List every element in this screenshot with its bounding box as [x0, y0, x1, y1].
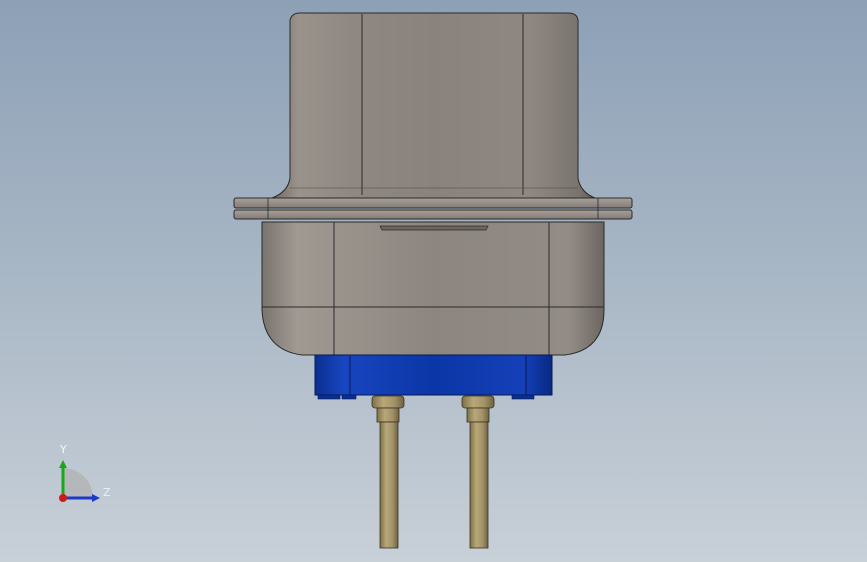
- triad-plane: [63, 468, 93, 498]
- z-axis-head: [92, 494, 100, 502]
- x-axis-dot: [59, 494, 67, 502]
- 3d-model-view[interactable]: [0, 0, 867, 562]
- z-axis-label: Z: [103, 486, 111, 499]
- graphics-viewport[interactable]: Y Z: [0, 0, 867, 562]
- connector-base: [314, 354, 553, 400]
- pin-left: [371, 395, 405, 549]
- lower-housing: [261, 221, 605, 356]
- flange: [233, 197, 633, 220]
- upper-housing: [271, 12, 596, 199]
- y-axis-label: Y: [60, 443, 67, 456]
- pin-right: [461, 395, 495, 549]
- y-axis-head: [59, 460, 67, 468]
